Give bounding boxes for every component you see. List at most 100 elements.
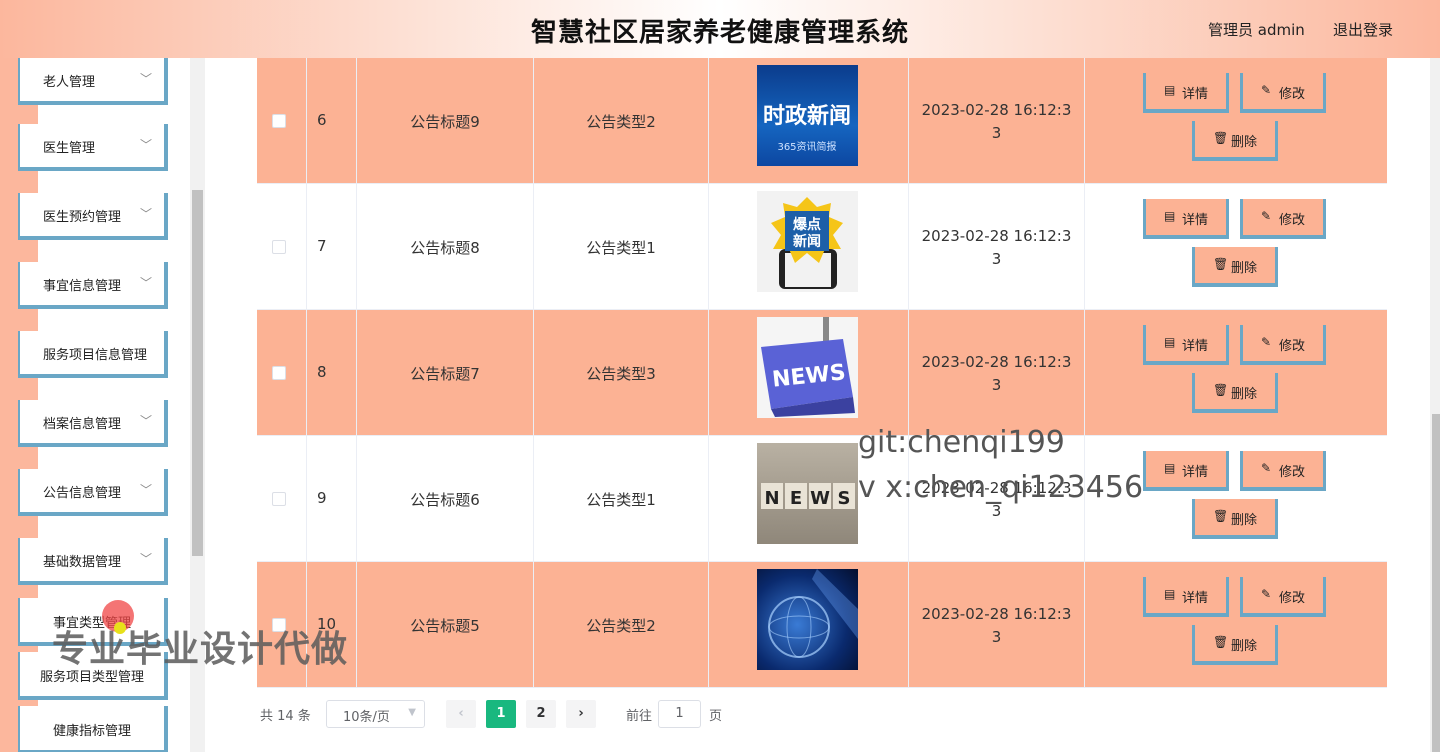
announcement-thumbnail[interactable]: 时政新闻 365资讯简报 <box>757 65 858 166</box>
row-type: 公告类型2 <box>586 113 656 131</box>
svg-text:W: W <box>810 488 830 509</box>
svg-text:E: E <box>790 488 802 509</box>
document-icon: ▤ <box>1164 209 1176 223</box>
table-row: 7 公告标题8 公告类型1 爆点 新闻 2023-02-28 16:12:33 <box>257 184 1387 310</box>
detail-button[interactable]: ▤ 详情 <box>1143 73 1229 113</box>
page-button-2[interactable]: 2 <box>526 700 556 728</box>
document-icon: ▤ <box>1164 461 1176 475</box>
trash-icon: 🗑 <box>1213 635 1229 649</box>
sidebar-item-label: 服务项目信息管理 <box>43 348 148 363</box>
sidebar-item-basic-data[interactable]: 基础数据管理 ﹀ <box>18 538 168 585</box>
page-size-value: 10条/页 <box>343 710 390 725</box>
next-page-button[interactable]: › <box>566 700 596 728</box>
edit-button[interactable]: ✎ 修改 <box>1240 451 1326 491</box>
chevron-down-icon: ﹀ <box>139 552 152 566</box>
table-row: 10 公告标题5 公告类型2 2023-02-28 16:12:33 ▤ 详情 ✎… <box>257 562 1387 688</box>
detail-button[interactable]: ▤ 详情 <box>1143 325 1229 365</box>
row-checkbox[interactable] <box>272 240 286 254</box>
trash-icon: 🗑 <box>1213 383 1229 397</box>
edit-button[interactable]: ✎ 修改 <box>1240 73 1326 113</box>
sidebar-item-elderly[interactable]: 老人管理 ﹀ <box>18 58 168 105</box>
row-index: 7 <box>317 237 327 255</box>
row-type: 公告类型3 <box>586 365 656 383</box>
table-row: 8 公告标题7 公告类型3 NEWS 2023-02-28 16:12:33 ▤… <box>257 310 1387 436</box>
pencil-icon: ✎ <box>1261 83 1272 97</box>
svg-text:爆点: 爆点 <box>793 216 821 233</box>
sidebar-item-doctor-appointment[interactable]: 医生预约管理 ﹀ <box>18 193 168 240</box>
sidebar-item-label: 公告信息管理 <box>43 486 122 501</box>
chevron-down-icon: ﹀ <box>139 276 152 290</box>
goto-unit: 页 <box>709 709 723 724</box>
announcement-thumbnail[interactable] <box>757 569 858 670</box>
sidebar-item-label: 老人管理 <box>43 75 96 90</box>
goto-label: 前往 <box>626 709 653 724</box>
page-button-1[interactable]: 1 <box>486 700 516 728</box>
sidebar-item-doctor[interactable]: 医生管理 ﹀ <box>18 124 168 171</box>
svg-text:N: N <box>764 488 779 509</box>
sidebar-scrollbar-thumb[interactable] <box>192 190 203 556</box>
announcement-thumbnail[interactable]: N E W S <box>757 443 858 544</box>
pencil-icon: ✎ <box>1261 335 1272 349</box>
edit-button[interactable]: ✎ 修改 <box>1240 577 1326 617</box>
delete-button[interactable]: 🗑 删除 <box>1192 625 1278 665</box>
row-type: 公告类型1 <box>586 239 656 257</box>
row-title: 公告标题5 <box>410 617 480 635</box>
pencil-icon: ✎ <box>1261 461 1272 475</box>
detail-button[interactable]: ▤ 详情 <box>1143 451 1229 491</box>
chevron-down-icon: ▼ <box>408 707 416 718</box>
sidebar-subitem-label: 健康指标管理 <box>52 724 131 739</box>
sidebar-item-archives[interactable]: 档案信息管理 ﹀ <box>18 400 168 447</box>
edit-button[interactable]: ✎ 修改 <box>1240 325 1326 365</box>
delete-button[interactable]: 🗑 删除 <box>1192 121 1278 161</box>
row-checkbox[interactable] <box>272 492 286 506</box>
sidebar-item-service-items[interactable]: 服务项目信息管理 <box>18 331 168 378</box>
main-content: 6 公告标题9 公告类型2 时政新闻 365资讯简报 2023-02-28 16… <box>205 58 1440 752</box>
sidebar-item-label: 医生管理 <box>43 141 96 156</box>
edit-button[interactable]: ✎ 修改 <box>1240 199 1326 239</box>
row-time: 2023-02-28 16:12:33 <box>921 353 1072 394</box>
row-title: 公告标题7 <box>410 365 480 383</box>
row-index: 9 <box>317 489 327 507</box>
svg-text:S: S <box>838 488 851 509</box>
announcement-thumbnail[interactable]: NEWS <box>757 317 858 418</box>
row-checkbox[interactable] <box>272 114 286 128</box>
row-type: 公告类型1 <box>586 491 656 509</box>
prev-page-button[interactable]: ‹ <box>446 700 476 728</box>
trash-icon: 🗑 <box>1213 509 1229 523</box>
svg-text:365资讯简报: 365资讯简报 <box>777 140 836 153</box>
delete-button[interactable]: 🗑 删除 <box>1192 499 1278 539</box>
detail-button[interactable]: ▤ 详情 <box>1143 199 1229 239</box>
logout-link[interactable]: 退出登录 <box>1333 19 1393 40</box>
page-size-select[interactable]: 10条/页 ▼ <box>326 700 425 728</box>
sidebar-subitem-health-indicators[interactable]: 健康指标管理 <box>18 706 168 752</box>
row-time: 2023-02-28 16:12:33 <box>921 101 1072 142</box>
watermark-ad: 专业毕业设计代做 <box>52 629 349 670</box>
pencil-icon: ✎ <box>1261 587 1272 601</box>
delete-button[interactable]: 🗑 删除 <box>1192 373 1278 413</box>
total-count: 共 14 条 <box>260 709 311 724</box>
trash-icon: 🗑 <box>1213 257 1229 271</box>
row-type: 公告类型2 <box>586 617 656 635</box>
goto-page-input[interactable]: 1 <box>658 700 701 728</box>
chevron-down-icon: ﹀ <box>139 207 152 221</box>
delete-button[interactable]: 🗑 删除 <box>1192 247 1278 287</box>
sidebar-item-matters[interactable]: 事宜信息管理 ﹀ <box>18 262 168 309</box>
sidebar-item-label: 医生预约管理 <box>43 210 122 225</box>
detail-button[interactable]: ▤ 详情 <box>1143 577 1229 617</box>
row-title: 公告标题6 <box>410 491 480 509</box>
sidebar-item-announcements[interactable]: 公告信息管理 ﹀ <box>18 469 168 516</box>
chevron-down-icon: ﹀ <box>139 72 152 86</box>
trash-icon: 🗑 <box>1213 131 1229 145</box>
current-user: 管理员 admin <box>1208 21 1305 39</box>
watermark-contact: v x:chen_qi123456 <box>858 470 1144 505</box>
row-checkbox[interactable] <box>272 366 286 380</box>
svg-text:时政新闻: 时政新闻 <box>763 103 851 129</box>
row-title: 公告标题8 <box>410 239 480 257</box>
news-image-icon: N E W S <box>761 483 855 509</box>
chevron-down-icon: ﹀ <box>139 414 152 428</box>
announcement-thumbnail[interactable]: 爆点 新闻 <box>757 191 858 292</box>
news-image-icon: NEWS <box>761 317 855 417</box>
main-scrollbar-thumb[interactable] <box>1432 414 1440 752</box>
globe-icon <box>768 569 858 658</box>
document-icon: ▤ <box>1164 335 1176 349</box>
